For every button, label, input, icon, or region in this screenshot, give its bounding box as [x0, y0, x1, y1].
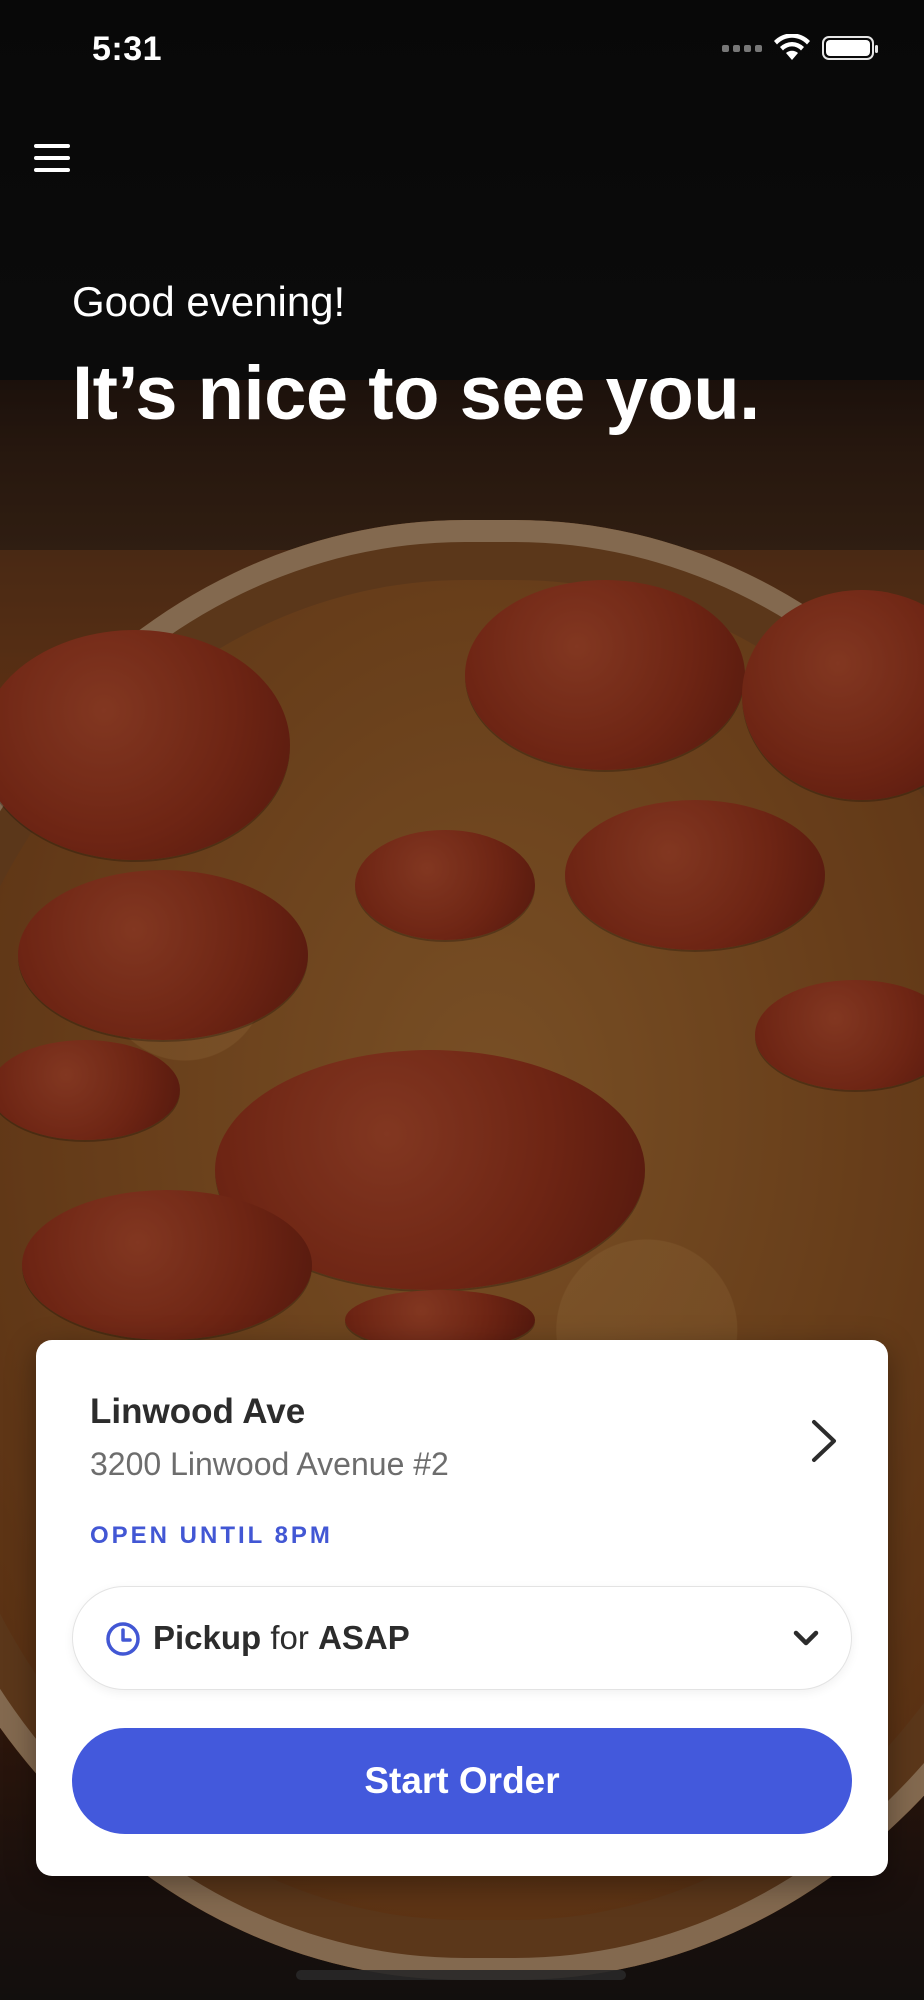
headline-text: It’s nice to see you.: [72, 351, 760, 436]
hamburger-menu-icon[interactable]: [34, 140, 74, 176]
pickup-summary: Pickup for ASAP: [153, 1619, 410, 1657]
pickup-time: ASAP: [318, 1619, 410, 1656]
battery-icon: [822, 36, 878, 60]
greeting-text: Good evening!: [72, 278, 346, 325]
location-address: 3200 Linwood Avenue #2: [90, 1446, 449, 1482]
location-name: Linwood Ave: [90, 1392, 306, 1431]
status-icons: [722, 34, 878, 62]
chevron-right-icon: [812, 1420, 836, 1462]
chevron-down-icon: [793, 1630, 819, 1646]
wifi-icon: [774, 34, 810, 60]
location-selector[interactable]: Linwood Ave 3200 Linwood Avenue #2: [90, 1392, 858, 1502]
home-indicator[interactable]: [296, 1970, 626, 1980]
pickup-connector: for: [270, 1619, 309, 1656]
pickup-mode: Pickup: [153, 1619, 262, 1656]
start-order-button[interactable]: Start Order: [72, 1728, 852, 1834]
status-time: 5:31: [92, 30, 163, 68]
location-card: Linwood Ave 3200 Linwood Avenue #2 OPEN …: [36, 1340, 888, 1876]
status-bar: 5:31: [0, 0, 924, 100]
clock-icon: [106, 1622, 140, 1656]
pickup-time-selector[interactable]: Pickup for ASAP: [72, 1586, 852, 1690]
open-status-badge: OPEN UNTIL 8PM: [90, 1522, 333, 1549]
signal-icon: [722, 44, 762, 52]
